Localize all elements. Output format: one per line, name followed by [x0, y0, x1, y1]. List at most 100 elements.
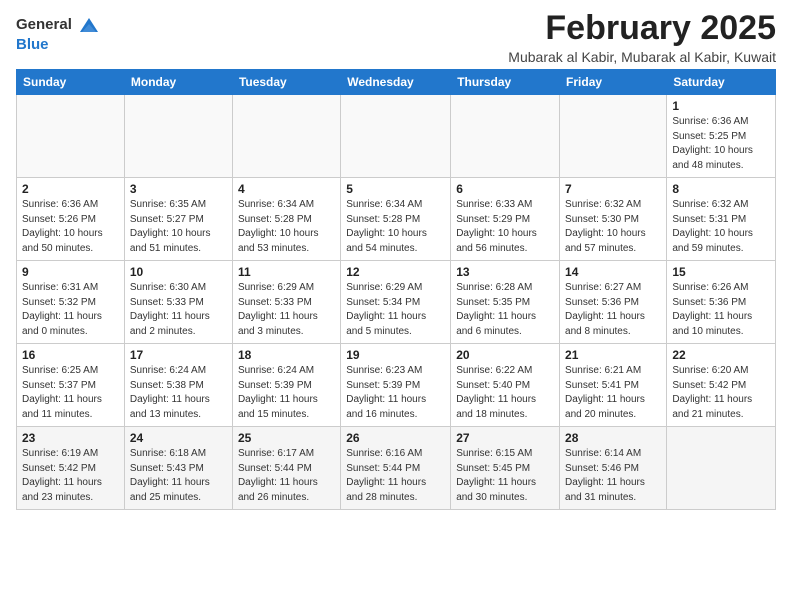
logo-text: General Blue — [16, 14, 100, 54]
day-number: 12 — [346, 265, 445, 279]
location-title: Mubarak al Kabir, Mubarak al Kabir, Kuwa… — [508, 49, 776, 65]
logo-icon — [78, 14, 100, 36]
day-number: 22 — [672, 348, 770, 362]
day-number: 20 — [456, 348, 554, 362]
day-number: 5 — [346, 182, 445, 196]
header-friday: Friday — [560, 70, 667, 95]
calendar-cell: 15 Sunrise: 6:26 AMSunset: 5:36 PMDayligh… — [667, 261, 776, 344]
day-info: Sunrise: 6:22 AMSunset: 5:40 PMDaylight:… — [456, 364, 554, 422]
header-saturday: Saturday — [667, 70, 776, 95]
calendar-cell: 2Sunrise: 6:36 AMSunset: 5:26 PMDaylight… — [17, 178, 125, 261]
calendar-cell — [124, 95, 232, 178]
day-number: 28 — [565, 431, 661, 445]
day-info: Sunrise: 6:28 AMSunset: 5:35 PMDaylight:… — [456, 281, 554, 339]
day-number: 25 — [238, 431, 335, 445]
calendar-cell: 7 Sunrise: 6:32 AMSunset: 5:30 PMDaylight… — [560, 178, 667, 261]
day-number: 11 — [238, 265, 335, 279]
header-wednesday: Wednesday — [341, 70, 451, 95]
calendar-cell: 21 Sunrise: 6:21 AMSunset: 5:41 PMDayligh… — [560, 344, 667, 427]
day-number: 3 — [130, 182, 227, 196]
day-info: Sunrise: 6:21 AMSunset: 5:41 PMDaylight:… — [565, 364, 661, 422]
header-sunday: Sunday — [17, 70, 125, 95]
day-info: Sunrise: 6:15 AMSunset: 5:45 PMDaylight:… — [456, 447, 554, 505]
calendar-cell: 4 Sunrise: 6:34 AMSunset: 5:28 PMDaylight… — [232, 178, 340, 261]
day-number: 4 — [238, 182, 335, 196]
calendar-cell: 23Sunrise: 6:19 AMSunset: 5:42 PMDayligh… — [17, 427, 125, 510]
week-row-4: 23Sunrise: 6:19 AMSunset: 5:42 PMDayligh… — [17, 427, 776, 510]
header: General Blue February 2025 Mubarak al Ka… — [16, 10, 776, 65]
calendar-cell — [667, 427, 776, 510]
day-info: Sunrise: 6:29 AMSunset: 5:34 PMDaylight:… — [346, 281, 445, 339]
day-info: Sunrise: 6:25 AMSunset: 5:37 PMDaylight:… — [22, 364, 119, 422]
calendar-cell — [341, 95, 451, 178]
calendar-cell: 9Sunrise: 6:31 AMSunset: 5:32 PMDaylight… — [17, 261, 125, 344]
calendar-header-row: Sunday Monday Tuesday Wednesday Thursday… — [17, 70, 776, 95]
day-info: Sunrise: 6:32 AMSunset: 5:30 PMDaylight:… — [565, 198, 661, 256]
day-number: 14 — [565, 265, 661, 279]
calendar-cell: 28 Sunrise: 6:14 AMSunset: 5:46 PMDayligh… — [560, 427, 667, 510]
calendar-cell: 5 Sunrise: 6:34 AMSunset: 5:28 PMDaylight… — [341, 178, 451, 261]
week-row-2: 9Sunrise: 6:31 AMSunset: 5:32 PMDaylight… — [17, 261, 776, 344]
logo-general-line: General — [16, 14, 100, 36]
day-info: Sunrise: 6:36 AMSunset: 5:25 PMDaylight:… — [672, 115, 770, 173]
day-number: 1 — [672, 99, 770, 113]
calendar-cell: 18 Sunrise: 6:24 AMSunset: 5:39 PMDayligh… — [232, 344, 340, 427]
calendar-cell: 11 Sunrise: 6:29 AMSunset: 5:33 PMDayligh… — [232, 261, 340, 344]
calendar-cell: 19Sunrise: 6:23 AMSunset: 5:39 PMDayligh… — [341, 344, 451, 427]
header-monday: Monday — [124, 70, 232, 95]
day-info: Sunrise: 6:29 AMSunset: 5:33 PMDaylight:… — [238, 281, 335, 339]
day-number: 27 — [456, 431, 554, 445]
calendar-cell: 3 Sunrise: 6:35 AMSunset: 5:27 PMDaylight… — [124, 178, 232, 261]
calendar-cell: 14 Sunrise: 6:27 AMSunset: 5:36 PMDayligh… — [560, 261, 667, 344]
calendar-cell: 26Sunrise: 6:16 AMSunset: 5:44 PMDayligh… — [341, 427, 451, 510]
day-info: Sunrise: 6:32 AMSunset: 5:31 PMDaylight:… — [672, 198, 770, 256]
calendar-cell — [560, 95, 667, 178]
month-title: February 2025 — [508, 10, 776, 47]
calendar-cell: 25 Sunrise: 6:17 AMSunset: 5:44 PMDayligh… — [232, 427, 340, 510]
calendar: Sunday Monday Tuesday Wednesday Thursday… — [16, 69, 776, 510]
day-info: Sunrise: 6:18 AMSunset: 5:43 PMDaylight:… — [130, 447, 227, 505]
day-info: Sunrise: 6:26 AMSunset: 5:36 PMDaylight:… — [672, 281, 770, 339]
day-info: Sunrise: 6:33 AMSunset: 5:29 PMDaylight:… — [456, 198, 554, 256]
day-info: Sunrise: 6:34 AMSunset: 5:28 PMDaylight:… — [346, 198, 445, 256]
day-number: 2 — [22, 182, 119, 196]
header-tuesday: Tuesday — [232, 70, 340, 95]
header-thursday: Thursday — [451, 70, 560, 95]
day-info: Sunrise: 6:17 AMSunset: 5:44 PMDaylight:… — [238, 447, 335, 505]
day-number: 10 — [130, 265, 227, 279]
week-row-3: 16Sunrise: 6:25 AMSunset: 5:37 PMDayligh… — [17, 344, 776, 427]
day-number: 7 — [565, 182, 661, 196]
calendar-cell: 16Sunrise: 6:25 AMSunset: 5:37 PMDayligh… — [17, 344, 125, 427]
calendar-cell: 6 Sunrise: 6:33 AMSunset: 5:29 PMDaylight… — [451, 178, 560, 261]
day-number: 9 — [22, 265, 119, 279]
day-number: 18 — [238, 348, 335, 362]
day-info: Sunrise: 6:23 AMSunset: 5:39 PMDaylight:… — [346, 364, 445, 422]
day-info: Sunrise: 6:27 AMSunset: 5:36 PMDaylight:… — [565, 281, 661, 339]
day-info: Sunrise: 6:24 AMSunset: 5:39 PMDaylight:… — [238, 364, 335, 422]
logo: General Blue — [16, 14, 100, 54]
logo-blue: Blue — [16, 36, 49, 53]
day-number: 8 — [672, 182, 770, 196]
day-number: 21 — [565, 348, 661, 362]
day-number: 17 — [130, 348, 227, 362]
calendar-cell: 10Sunrise: 6:30 AMSunset: 5:33 PMDayligh… — [124, 261, 232, 344]
calendar-cell: 12 Sunrise: 6:29 AMSunset: 5:34 PMDayligh… — [341, 261, 451, 344]
week-row-0: 1 Sunrise: 6:36 AMSunset: 5:25 PMDaylight… — [17, 95, 776, 178]
week-row-1: 2Sunrise: 6:36 AMSunset: 5:26 PMDaylight… — [17, 178, 776, 261]
day-info: Sunrise: 6:16 AMSunset: 5:44 PMDaylight:… — [346, 447, 445, 505]
day-info: Sunrise: 6:20 AMSunset: 5:42 PMDaylight:… — [672, 364, 770, 422]
day-number: 13 — [456, 265, 554, 279]
calendar-cell: 27 Sunrise: 6:15 AMSunset: 5:45 PMDayligh… — [451, 427, 560, 510]
day-number: 6 — [456, 182, 554, 196]
day-info: Sunrise: 6:35 AMSunset: 5:27 PMDaylight:… — [130, 198, 227, 256]
calendar-cell: 1 Sunrise: 6:36 AMSunset: 5:25 PMDaylight… — [667, 95, 776, 178]
day-info: Sunrise: 6:24 AMSunset: 5:38 PMDaylight:… — [130, 364, 227, 422]
day-number: 15 — [672, 265, 770, 279]
calendar-cell: 13 Sunrise: 6:28 AMSunset: 5:35 PMDayligh… — [451, 261, 560, 344]
calendar-cell — [17, 95, 125, 178]
page: General Blue February 2025 Mubarak al Ka… — [0, 0, 792, 520]
day-number: 24 — [130, 431, 227, 445]
calendar-cell — [232, 95, 340, 178]
day-info: Sunrise: 6:14 AMSunset: 5:46 PMDaylight:… — [565, 447, 661, 505]
day-info: Sunrise: 6:34 AMSunset: 5:28 PMDaylight:… — [238, 198, 335, 256]
